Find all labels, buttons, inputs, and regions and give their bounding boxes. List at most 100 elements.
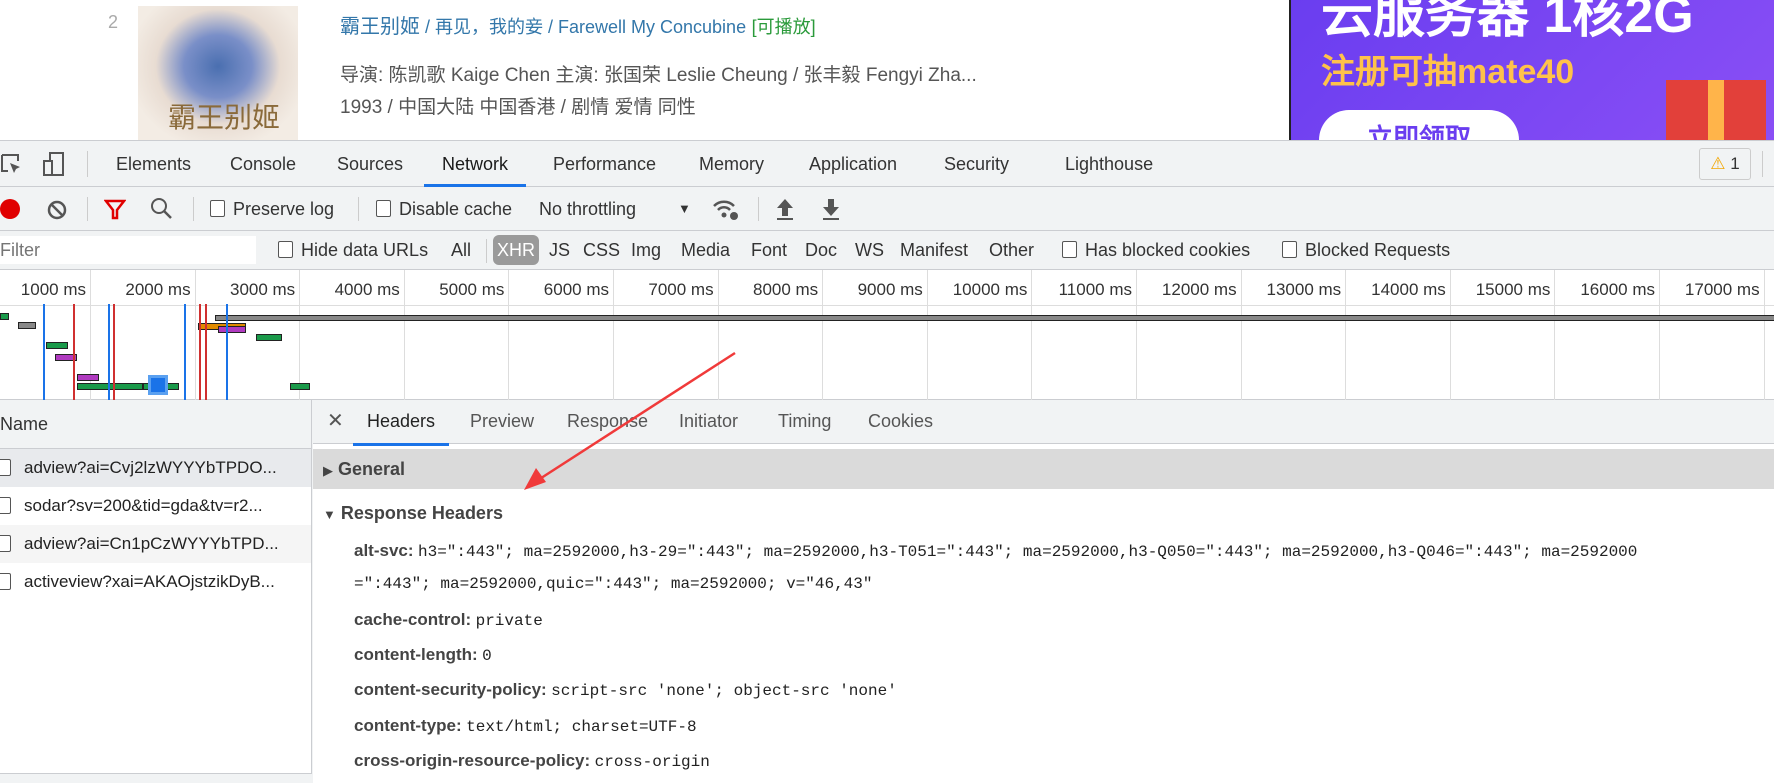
ad-banner[interactable]: 云服务器 1核2G 注册可抽mate40 立即领取 [1289,0,1774,140]
tab-preview[interactable]: Preview [470,400,534,443]
dropdown-arrow-icon: ▼ [678,201,691,216]
load-line [199,304,201,400]
tab-sources[interactable]: Sources [337,141,403,187]
tab-lighthouse[interactable]: Lighthouse [1065,141,1153,187]
header-name: cache-control: [354,610,472,629]
type-filter-font[interactable]: Font [751,231,787,269]
tab-timing[interactable]: Timing [778,400,831,443]
type-filter-ws[interactable]: WS [855,231,884,269]
expand-triangle-icon: ▶ [323,463,333,478]
playable-badge[interactable]: [可播放] [752,17,816,37]
close-icon[interactable]: ✕ [327,400,344,443]
tab-response[interactable]: Response [567,400,648,443]
devtools-tab-bar: Elements Console Sources Network Perform… [0,141,1774,187]
blocked-requests-checkbox[interactable]: Blocked Requests [1282,231,1450,269]
warnings-badge[interactable]: ⚠ 1 [1699,148,1751,180]
export-har-icon[interactable] [821,197,841,221]
divider [193,197,194,221]
import-har-icon[interactable] [775,197,795,221]
inspect-element-icon[interactable] [0,153,24,177]
device-toolbar-icon[interactable] [42,151,66,179]
movie-title-link[interactable]: 霸王别姬 [340,16,420,38]
header-value: private [475,612,543,630]
type-filter-other[interactable]: Other [989,231,1034,269]
type-filter-all[interactable]: All [451,231,471,269]
request-name: adview?ai=Cn1pCzWYYYbTPD... [24,534,279,553]
tab-application[interactable]: Application [809,141,897,187]
tab-headers[interactable]: Headers [353,400,450,446]
tab-initiator[interactable]: Initiator [679,400,738,443]
tab-console[interactable]: Console [230,141,296,187]
ad-headline: 云服务器 1核2G [1321,0,1694,44]
timeline-tick-label: 11000 ms [1058,280,1132,299]
network-conditions-icon[interactable] [712,197,742,223]
header-cross-origin-resource-policy: cross-origin-resource-policy: cross-orig… [354,751,710,771]
tab-elements[interactable]: Elements [116,141,191,187]
status-bar [0,773,312,783]
header-content-length: content-length: 0 [354,645,492,665]
disable-cache-checkbox[interactable]: Disable cache [376,187,512,231]
request-row[interactable]: adview?ai=Cn1pCzWYYYbTPD... [0,525,311,563]
has-blocked-cookies-checkbox[interactable]: Has blocked cookies [1062,231,1250,269]
waterfall-bar [77,374,99,381]
type-filter-media[interactable]: Media [681,231,730,269]
preserve-log-checkbox[interactable]: Preserve log [210,187,334,231]
checkbox[interactable] [1282,241,1297,258]
timeline-tick-label: 16000 ms [1580,280,1655,299]
load-line [205,304,207,400]
type-filter-js[interactable]: JS [549,231,570,269]
header-value: 0 [482,647,492,665]
request-name: adview?ai=Cvj2lzWYYYbTPDO... [24,458,277,477]
filter-icon[interactable] [104,198,126,220]
web-page: 2 霸王别姬 霸王别姬 / 再见，我的妾 / Farewell My Concu… [0,0,1774,140]
throttling-value: No throttling [539,199,637,219]
timeline-tick-label: 5000 ms [439,280,505,299]
header-value: script-src 'none'; object-src 'none' [551,682,897,700]
response-headers-section-header[interactable]: ▼ Response Headers [313,498,1774,528]
tab-cookies[interactable]: Cookies [868,400,933,443]
request-row[interactable]: sodar?sv=200&tid=gda&tv=r2... [0,487,311,525]
clear-icon[interactable] [46,199,68,221]
timeline-tick-label: 9000 ms [857,280,923,299]
throttling-select[interactable]: No throttling ▼ [539,187,699,231]
tab-performance[interactable]: Performance [553,141,656,187]
name-column-header[interactable]: Name [0,400,311,449]
checkbox[interactable] [278,241,293,258]
timeline-tick-label: 13000 ms [1266,280,1342,299]
header-cache-control: cache-control: private [354,610,543,630]
type-filter-css[interactable]: CSS [583,231,620,269]
filter-input[interactable] [0,236,256,264]
checkbox[interactable] [210,200,225,217]
network-overview-timeline[interactable]: 1000 ms 2000 ms 3000 ms 4000 ms 5000 ms 6000 … [0,270,1774,400]
preserve-log-label: Preserve log [233,199,335,219]
ad-claim-button[interactable]: 立即领取 [1319,110,1519,140]
header-content-type: content-type: text/html; charset=UTF-8 [354,716,697,736]
request-type-icon [0,459,11,476]
checkbox[interactable] [376,200,391,217]
header-name: cross-origin-resource-policy: [354,751,591,770]
tab-memory[interactable]: Memory [699,141,764,187]
general-section-header[interactable]: ▶ General [313,449,1774,489]
divider [358,197,359,221]
header-name: content-type: [354,716,462,735]
request-name: activeview?xai=AKAOjstzikDyB... [24,572,275,591]
type-filter-manifest[interactable]: Manifest [900,231,968,269]
checkbox[interactable] [1062,241,1077,258]
tab-network[interactable]: Network [424,141,527,187]
movie-poster[interactable]: 霸王别姬 [138,6,298,140]
request-row[interactable]: activeview?xai=AKAOjstzikDyB... [0,563,311,601]
movie-credits: 导演: 陈凯歌 Kaige Chen 主演: 张国荣 Leslie Cheung… [340,65,977,86]
type-filter-img[interactable]: Img [631,231,661,269]
filter-bar: Hide data URLs All XHR JS CSS Img Media … [0,231,1774,270]
request-type-icon [0,535,11,552]
record-icon[interactable] [0,199,20,219]
search-icon[interactable] [150,197,174,221]
request-row[interactable]: adview?ai=Cvj2lzWYYYbTPDO... [0,449,311,487]
type-filter-xhr[interactable]: XHR [493,235,540,265]
warning-count: 1 [1730,154,1740,173]
type-filter-doc[interactable]: Doc [805,231,837,269]
tab-security[interactable]: Security [944,141,1009,187]
hide-data-urls-checkbox[interactable]: Hide data URLs [278,231,428,269]
movie-title[interactable]: 霸王别姬 / 再见，我的妾 / Farewell My Concubine [可… [340,10,816,39]
ad-subline: 注册可抽mate40 [1321,53,1575,91]
